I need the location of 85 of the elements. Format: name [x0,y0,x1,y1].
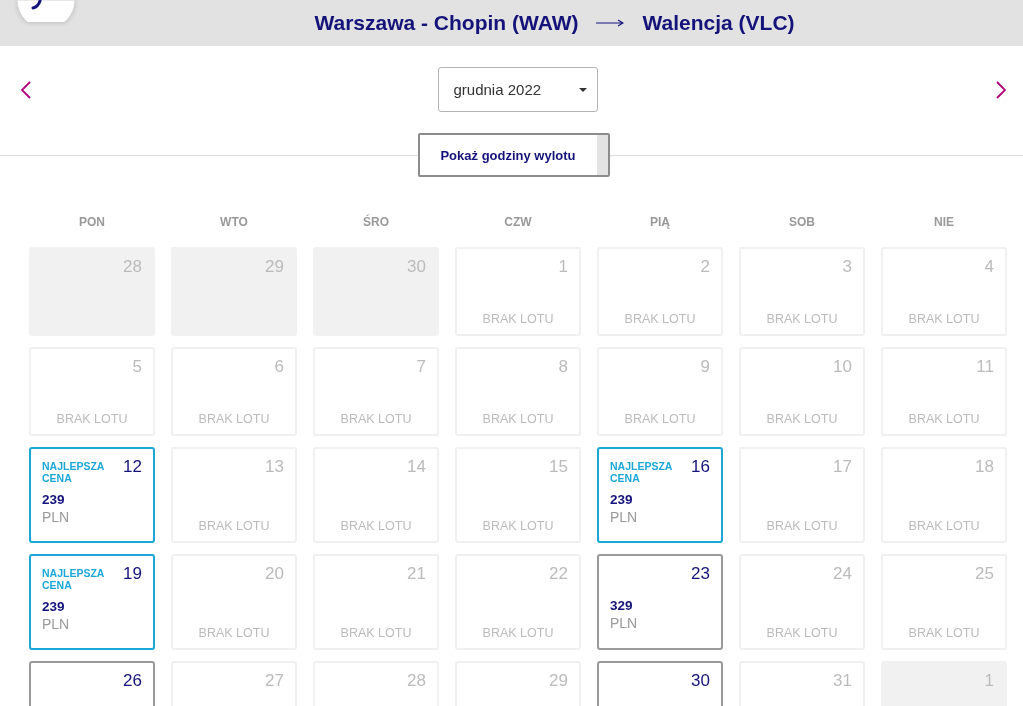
day-number: 31 [833,671,852,691]
round-swoosh-icon[interactable] [16,0,76,22]
weekday-label: ŚRO [363,213,389,231]
no-flight-label: BRAK LOTU [482,311,554,327]
price-currency: PLN [610,614,638,632]
day-number: 27 [265,671,284,691]
no-flight-label: BRAK LOTU [482,411,554,427]
day-number: 3 [842,257,852,277]
no-flight-label: BRAK LOTU [482,518,554,534]
no-flight-label: BRAK LOTU [624,411,696,427]
weekday-label: NIE [934,214,954,231]
day-number: 6 [274,357,284,377]
day-number: 2 [700,257,710,277]
no-flight-label: BRAK LOTU [766,625,838,641]
no-flight-label: BRAK LOTU [482,625,554,641]
day-cell[interactable]: NAJLEPSZA CENA 16 239 PLN [597,447,723,543]
weekday-label: WTO [220,214,248,231]
day-number: 18 [975,457,994,477]
price-currency: PLN [610,508,638,526]
price-amount: 329 [610,597,633,614]
day-number: 11 [976,357,994,377]
day-number: 14 [407,457,426,477]
destination-airport: Walencja (VLC) [642,11,795,35]
no-flight-label: BRAK LOTU [198,625,270,641]
no-flight-label: BRAK LOTU [624,311,696,327]
no-flight-label: BRAK LOTU [56,411,128,427]
weekday-label: CZW [504,214,532,231]
day-number: 19 [123,564,142,584]
day-number: 5 [132,357,142,377]
best-price-label: NAJLEPSZA CENA [42,567,106,591]
month-dropdown[interactable]: grudnia 2022 [437,67,598,112]
day-number: 8 [558,357,568,377]
price-currency: PLN [42,615,70,633]
no-flight-label: BRAK LOTU [908,311,980,327]
no-flight-label: BRAK LOTU [908,411,980,427]
no-flight-label: BRAK LOTU [766,411,838,427]
day-cell[interactable]: 23 329 PLN [597,554,723,650]
no-flight-label: BRAK LOTU [766,311,838,327]
day-cell[interactable]: 30 [597,661,723,706]
day-number: 13 [265,457,284,477]
day-number: 20 [265,564,284,584]
day-cell[interactable]: NAJLEPSZA CENA 12 239 PLN [29,447,155,543]
day-cell[interactable]: NAJLEPSZA CENA 19 239 PLN [29,554,155,650]
day-number: 30 [691,671,710,691]
day-number: 16 [691,457,710,477]
day-number: 25 [975,564,994,584]
weekday-label: PON [79,214,105,231]
no-flight-label: BRAK LOTU [340,518,412,534]
day-number: 28 [407,671,426,691]
day-number: 21 [407,564,426,584]
day-number: 15 [549,457,568,477]
day-number: 4 [984,257,994,277]
no-flight-label: BRAK LOTU [340,411,412,427]
price-amount: 239 [610,491,633,508]
price-currency: PLN [42,508,70,526]
caret-icon [578,87,587,92]
no-flight-label: BRAK LOTU [908,625,980,641]
price-amount: 239 [42,491,65,508]
origin-airport: Warszawa - Chopin (WAW) [314,11,579,35]
show-times-button[interactable]: Pokaż godziny wylotu [418,133,610,177]
day-number: 9 [700,357,710,377]
weekday-label: PIĄ [650,214,670,231]
day-number: 10 [833,357,852,377]
no-flight-label: BRAK LOTU [908,518,980,534]
arrow-right-icon [596,19,625,27]
day-number: 7 [416,357,426,377]
no-flight-label: BRAK LOTU [198,411,270,427]
day-number: 17 [833,457,852,477]
day-number: 29 [549,671,568,691]
day-number: 26 [123,671,142,691]
no-flight-label: BRAK LOTU [766,518,838,534]
day-number: 12 [123,457,142,477]
price-amount: 239 [42,598,65,615]
day-number: 23 [691,564,710,584]
no-flight-label: BRAK LOTU [198,518,270,534]
chevron-left-icon[interactable] [20,80,32,99]
best-price-label: NAJLEPSZA CENA [42,460,106,484]
weekday-label: SOB [789,214,815,231]
day-number: 1 [558,257,568,277]
day-number: 24 [833,564,852,584]
day-number: 22 [549,564,568,584]
day-cell[interactable]: 26 [29,661,155,706]
no-flight-label: BRAK LOTU [340,625,412,641]
chevron-right-icon[interactable] [995,80,1007,99]
best-price-label: NAJLEPSZA CENA [610,460,674,484]
